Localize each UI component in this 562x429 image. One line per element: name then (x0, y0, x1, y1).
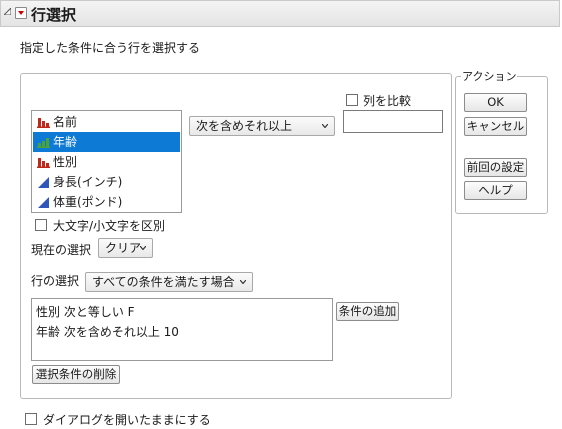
list-item[interactable]: 体重(ポンド) (33, 192, 180, 212)
recall-button[interactable]: 前回の設定 (464, 158, 527, 177)
collapse-triangle-icon[interactable] (4, 8, 11, 15)
row-selection-value: すべての条件を満たす場合 (92, 275, 235, 289)
continuous-triangle-icon (38, 197, 49, 208)
description-text: 指定した条件に合う行を選択する (20, 41, 201, 55)
add-condition-button[interactable]: 条件の追加 (336, 302, 399, 321)
nominal-bar-icon (37, 158, 50, 168)
current-selection-dropdown[interactable]: クリア (98, 238, 153, 258)
condition-dropdown[interactable]: 次を含めそれ以上 (189, 116, 335, 136)
condition-item[interactable]: 性別 次と等しい F (36, 303, 135, 320)
case-sensitive-checkbox[interactable] (35, 219, 47, 231)
red-triangle-menu-icon[interactable] (15, 7, 27, 19)
current-selection-value: クリア (105, 241, 142, 255)
ordinal-bar-icon (37, 138, 50, 148)
value-input[interactable] (343, 110, 443, 133)
column-list[interactable]: 名前 年齢 性別 身長(インチ) 体重(ポンド) (31, 110, 182, 213)
list-item-label: 名前 (53, 115, 78, 129)
list-item[interactable]: 性別 (33, 152, 180, 172)
nominal-bar-icon (37, 118, 50, 128)
cancel-button[interactable]: キャンセル (464, 117, 527, 136)
row-selection-label: 行の選択 (31, 274, 80, 288)
remove-selected-condition-button[interactable]: 選択条件の削除 (32, 365, 120, 384)
title-bar (0, 0, 560, 27)
list-item-label: 年齢 (53, 135, 78, 149)
current-selection-label: 現在の選択 (31, 243, 92, 257)
help-button[interactable]: ヘルプ (464, 181, 527, 200)
compare-columns-checkbox[interactable] (346, 94, 358, 106)
list-item[interactable]: 名前 (33, 112, 180, 132)
condition-item[interactable]: 年齢 次を含めそれ以上 10 (36, 323, 179, 340)
ok-button[interactable]: OK (464, 93, 527, 112)
case-sensitive-label: 大文字/小文字を区別 (53, 219, 166, 233)
list-item[interactable]: 身長(インチ) (33, 172, 180, 192)
conditions-list[interactable]: 性別 次と等しい F 年齢 次を含めそれ以上 10 (31, 298, 333, 361)
actions-group-label: アクション (461, 68, 518, 84)
row-selection-dropdown[interactable]: すべての条件を満たす場合 (85, 272, 253, 292)
list-item-selected[interactable]: 年齢 (33, 132, 180, 152)
list-item-label: 性別 (53, 155, 78, 169)
keep-dialog-open-checkbox[interactable] (25, 413, 37, 425)
continuous-triangle-icon (38, 177, 49, 188)
chevron-down-icon (240, 280, 246, 284)
keep-dialog-open-label: ダイアログを開いたままにする (43, 413, 211, 427)
chevron-down-icon (322, 124, 328, 128)
chevron-down-icon (140, 246, 146, 250)
page-title: 行選択 (31, 6, 77, 24)
list-item-label: 身長(インチ) (53, 175, 123, 189)
condition-dropdown-value: 次を含めそれ以上 (196, 119, 293, 133)
list-item-label: 体重(ポンド) (53, 195, 123, 209)
compare-columns-label: 列を比較 (363, 94, 412, 108)
